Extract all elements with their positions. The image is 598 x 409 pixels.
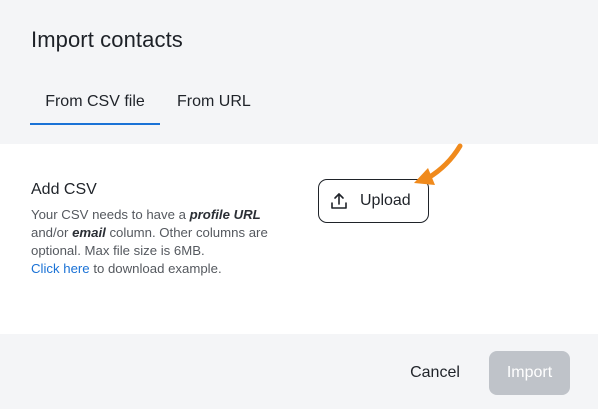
dialog-footer: Cancel Import xyxy=(0,334,598,409)
tab-from-url[interactable]: From URL xyxy=(177,88,251,124)
add-csv-heading: Add CSV xyxy=(31,181,97,198)
desc-text-4: to download example. xyxy=(93,261,222,276)
cancel-button[interactable]: Cancel xyxy=(398,352,472,394)
upload-button[interactable]: Upload xyxy=(318,179,429,223)
download-example-link[interactable]: Click here xyxy=(31,261,90,276)
import-contacts-dialog: Import contacts From CSV file From URL A… xyxy=(0,0,598,409)
upload-label: Upload xyxy=(360,192,411,209)
import-button[interactable]: Import xyxy=(489,351,570,395)
dialog-body: Add CSV Your CSV needs to have a profile… xyxy=(0,144,598,334)
upload-icon xyxy=(330,192,348,210)
desc-text-1: Your CSV needs to have a xyxy=(31,207,190,222)
dialog-title: Import contacts xyxy=(31,27,183,52)
dialog-header: Import contacts From CSV file From URL xyxy=(0,0,598,144)
active-tab-indicator xyxy=(30,123,160,125)
tab-from-csv[interactable]: From CSV file xyxy=(30,88,160,124)
desc-email: email xyxy=(72,225,106,240)
csv-description: Your CSV needs to have a profile URL and… xyxy=(31,206,293,278)
desc-text-2: and/or xyxy=(31,225,73,240)
desc-profile-url: profile URL xyxy=(189,207,261,222)
